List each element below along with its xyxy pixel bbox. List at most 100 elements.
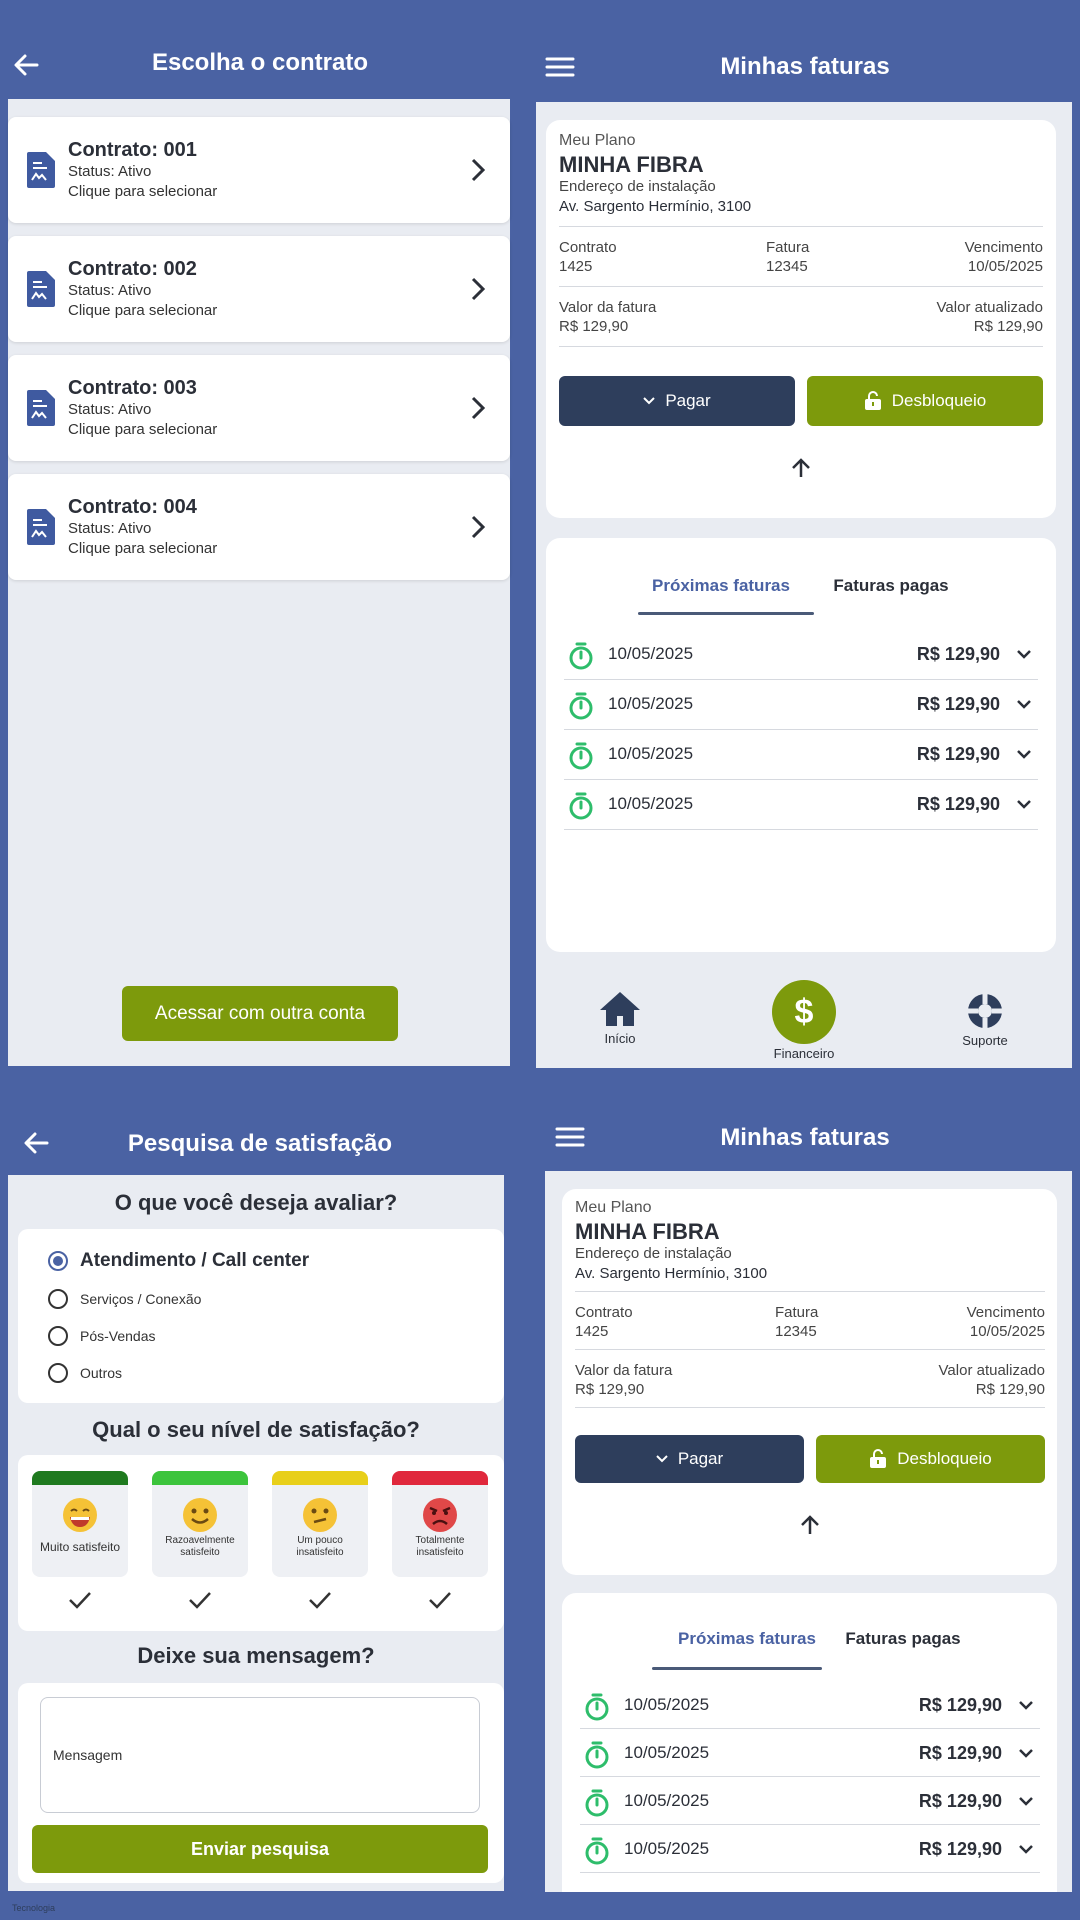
- contract-card-002[interactable]: Contrato: 002 Status: Ativo Clique para …: [8, 236, 510, 342]
- contract-document-icon: [27, 509, 55, 545]
- updated-field: Valor atualizado R$ 129,90: [939, 1361, 1045, 1399]
- message-input[interactable]: [53, 1744, 453, 1766]
- invoice-date: 10/05/2025: [608, 644, 694, 663]
- lock-icon: [864, 391, 881, 410]
- menu-icon[interactable]: [543, 52, 577, 82]
- level-color-band: [32, 1471, 128, 1485]
- nav-home[interactable]: Início: [588, 990, 652, 1046]
- radio-option-3[interactable]: [48, 1363, 68, 1383]
- check-icon: [189, 1592, 211, 1609]
- address-label: Endereço de instalação: [575, 1245, 732, 1262]
- invoices-body: Meu Plano MINHA FIBRA Endereço de instal…: [545, 1171, 1072, 1892]
- confused-face-icon: [303, 1498, 337, 1532]
- invoice-field: Fatura 12345: [766, 238, 809, 276]
- invoice-date: 10/05/2025: [624, 1743, 710, 1762]
- bottom-nav: Início $ Financeiro Suporte: [536, 964, 1072, 1068]
- invoice-amount: R$ 129,90: [916, 744, 1000, 764]
- amount-field: Valor da fatura R$ 129,90: [559, 298, 656, 336]
- tab-upcoming[interactable]: Próximas faturas: [662, 1629, 832, 1649]
- contract-card-004[interactable]: Contrato: 004 Status: Ativo Clique para …: [8, 474, 510, 580]
- timer-icon: [569, 692, 593, 720]
- submit-survey-button[interactable]: Enviar pesquisa: [32, 1825, 488, 1873]
- invoice-row[interactable]: 10/05/2025 R$ 129,90: [580, 1681, 1040, 1729]
- nav-finance-label: Financeiro: [773, 1046, 835, 1061]
- other-account-button[interactable]: Acessar com outra conta: [122, 986, 398, 1041]
- invoice-row[interactable]: 10/05/2025 R$ 129,90: [580, 1777, 1040, 1825]
- contract-value: 1425: [559, 258, 593, 275]
- back-arrow-icon[interactable]: [20, 1128, 52, 1158]
- option-label: Atendimento / Call center: [80, 1250, 310, 1271]
- level-very-satisfied[interactable]: Muito satisfeito: [32, 1471, 128, 1577]
- question-message: Deixe sua mensagem?: [137, 1643, 375, 1668]
- chevron-down-icon: [1019, 1749, 1033, 1758]
- plan-label: Meu Plano: [575, 1199, 652, 1216]
- radio-option-1[interactable]: [48, 1289, 68, 1309]
- level-totally-unsatisfied[interactable]: Totalmente insatisfeito: [392, 1471, 488, 1577]
- invoice-amount: R$ 129,90: [916, 794, 1000, 814]
- pay-button[interactable]: Pagar: [559, 376, 795, 426]
- invoice-row[interactable]: 10/05/2025 R$ 129,90: [564, 680, 1038, 730]
- invoices-screen-bottom: Minhas faturas Meu Plano MINHA FIBRA End…: [545, 1080, 1072, 1892]
- address-value: Av. Sargento Hermínio, 3100: [559, 198, 752, 215]
- invoice-row[interactable]: 10/05/2025 R$ 129,90: [580, 1825, 1040, 1873]
- invoice-value: 12345: [766, 258, 808, 275]
- check-icon: [309, 1592, 331, 1609]
- contracts-list: Contrato: 001 Status: Ativo Clique para …: [8, 99, 510, 1066]
- level-label: Um pouco insatisfeito: [296, 1535, 344, 1558]
- contract-card-003[interactable]: Contrato: 003 Status: Ativo Clique para …: [8, 355, 510, 461]
- invoice-amount: R$ 129,90: [916, 644, 1000, 664]
- invoice-date: 10/05/2025: [608, 694, 694, 713]
- invoice-row[interactable]: 10/05/2025 R$ 129,90: [564, 780, 1038, 830]
- contract-status: Status: Ativo: [68, 163, 152, 180]
- tab-upcoming[interactable]: Próximas faturas: [636, 576, 806, 596]
- chevron-down-icon: [656, 1455, 668, 1463]
- unlock-button[interactable]: Desbloqueio: [816, 1435, 1045, 1483]
- amount-field: Valor da fatura R$ 129,90: [575, 1361, 672, 1399]
- page-title: Minhas faturas: [720, 1124, 890, 1151]
- invoice-amount: R$ 129,90: [918, 1791, 1002, 1811]
- nav-finance[interactable]: $ Financeiro: [756, 980, 852, 1061]
- contract-title: Contrato: 004: [68, 496, 197, 518]
- contract-value: 1425: [575, 1323, 609, 1340]
- invoice-date: 10/05/2025: [624, 1791, 710, 1810]
- contract-status: Status: Ativo: [68, 520, 152, 537]
- due-field: Vencimento 10/05/2025: [967, 1303, 1045, 1341]
- arrow-up-icon[interactable]: [789, 456, 813, 480]
- message-field[interactable]: [40, 1697, 480, 1813]
- contract-card-001[interactable]: Contrato: 001 Status: Ativo Clique para …: [8, 117, 510, 223]
- invoice-row[interactable]: 10/05/2025 R$ 129,90: [564, 630, 1038, 680]
- tab-paid[interactable]: Faturas pagas: [816, 576, 966, 596]
- menu-icon[interactable]: [553, 1122, 587, 1152]
- contract-hint: Clique para selecionar: [68, 183, 218, 200]
- radio-option-0[interactable]: [48, 1251, 68, 1271]
- invoice-label: Fatura: [766, 239, 810, 256]
- level-color-band: [272, 1471, 368, 1485]
- timer-icon: [569, 642, 593, 670]
- tab-paid[interactable]: Faturas pagas: [828, 1629, 978, 1649]
- contract-document-icon: [27, 271, 55, 307]
- invoice-row[interactable]: 10/05/2025 R$ 129,90: [580, 1729, 1040, 1777]
- lock-icon: [870, 1449, 887, 1468]
- check-icon: [69, 1592, 91, 1609]
- tab-underline: [652, 1667, 822, 1670]
- nav-support[interactable]: Suporte: [950, 992, 1020, 1048]
- invoices-list-card: Próximas faturas Faturas pagas 10/05/202…: [546, 538, 1056, 952]
- invoice-amount: R$ 129,90: [918, 1695, 1002, 1715]
- invoice-row[interactable]: 10/05/2025 R$ 129,90: [564, 730, 1038, 780]
- radio-option-2[interactable]: [48, 1326, 68, 1346]
- chevron-down-icon: [1017, 650, 1031, 659]
- invoice-label: Fatura: [775, 1304, 819, 1321]
- pay-button[interactable]: Pagar: [575, 1435, 804, 1483]
- invoice-date: 10/05/2025: [608, 744, 694, 763]
- amount-label: Valor da fatura: [559, 299, 657, 316]
- level-label: Muito satisfeito: [39, 1540, 121, 1554]
- due-value: 10/05/2025: [967, 258, 1043, 275]
- arrow-up-icon[interactable]: [798, 1513, 822, 1537]
- back-arrow-icon[interactable]: [10, 50, 42, 80]
- updated-label: Valor atualizado: [938, 1362, 1045, 1379]
- plan-name: MINHA FIBRA: [575, 1219, 720, 1244]
- level-slightly-unsatisfied[interactable]: Um pouco insatisfeito: [272, 1471, 368, 1577]
- plan-name: MINHA FIBRA: [559, 152, 704, 177]
- unlock-button[interactable]: Desbloqueio: [807, 376, 1043, 426]
- level-fairly-satisfied[interactable]: Razoavelmente satisfeito: [152, 1471, 248, 1577]
